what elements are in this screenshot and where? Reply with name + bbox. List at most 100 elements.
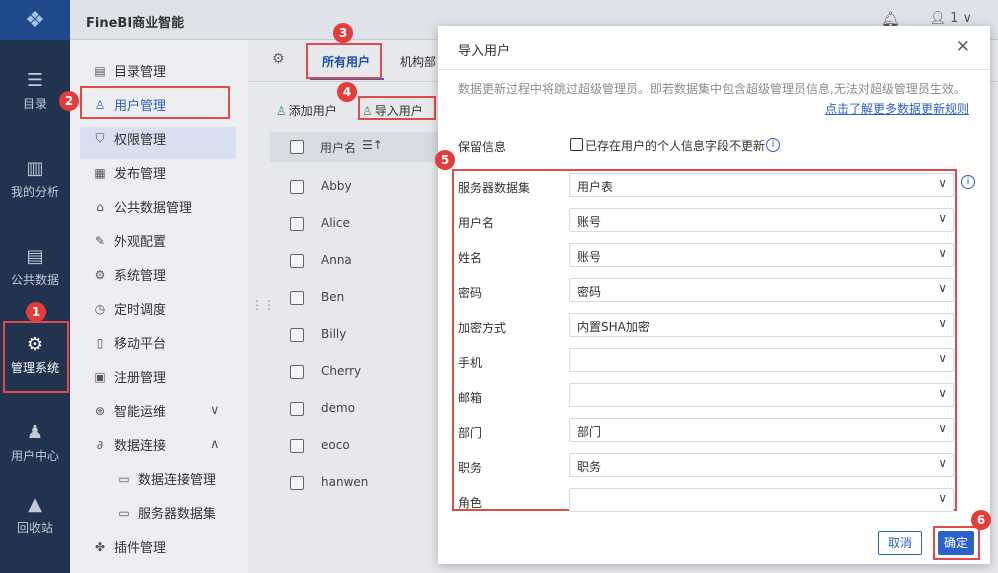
field-select[interactable]: ∨ [569, 488, 954, 512]
row-checkbox[interactable] [290, 180, 304, 194]
field-label: 职务 [458, 461, 483, 475]
field-label: 手机 [458, 356, 483, 370]
chevron-down-icon: ∨ [938, 211, 947, 225]
select-all-checkbox[interactable] [290, 140, 304, 154]
menu-permission[interactable]: ⛉ 权限管理 [92, 129, 166, 148]
tab-org[interactable]: 机构部 [400, 53, 436, 70]
user-menu[interactable]: 👤︎ 1 ∨ [929, 11, 972, 26]
menu-label: 数据连接 [114, 439, 167, 454]
mobile-icon: ▯ [96, 335, 104, 350]
side-menu: ▤ 目录管理 ♙ 用户管理 ⛉ 权限管理 ▦ 发布管理 ⌂ 公共数据管理 ✎ 外观配置 ⚙ 系… [70, 40, 248, 573]
nav-label: 用户中心 [10, 449, 59, 463]
table-row-username: Anna [321, 253, 352, 267]
row-checkbox[interactable] [290, 439, 304, 453]
public-data-manage-icon: ⌂ [96, 199, 104, 214]
row-checkbox[interactable] [290, 217, 304, 231]
table-row-username: eoco [321, 438, 350, 452]
menu-data-connection-manage[interactable]: ▭ 数据连接管理 [116, 469, 217, 489]
nav-user-center[interactable]: ♟ 用户中心 [0, 422, 70, 464]
menu-label: 发布管理 [114, 167, 167, 182]
update-rules-link[interactable]: 点击了解更多数据更新规则 [825, 100, 969, 117]
left-nav: ❖ ☰ 目录 ▥ 我的分析 ▤ 公共数据 ⚙ 管理系统 ♟ 用户中心 ▲ 回收站 [0, 0, 70, 573]
field-select[interactable]: 密码 ∨ [569, 278, 954, 302]
publish-icon: ▦ [94, 165, 106, 180]
field-select[interactable]: 内置SHA加密 ∨ [569, 313, 954, 337]
menu-appearance[interactable]: ✎ 外观配置 [92, 231, 166, 251]
field-select[interactable]: ∨ [569, 383, 954, 407]
highlight-import-user [358, 96, 436, 120]
step-badge-1: 1 [26, 302, 46, 322]
menu-server-dataset[interactable]: ▭ 服务器数据集 [116, 503, 216, 523]
menu-label: 注册管理 [114, 371, 167, 386]
drag-handle-icon[interactable]: ⋮⋮ [251, 298, 275, 312]
field-select[interactable]: 账号 ∨ [569, 208, 954, 232]
menu-plugins[interactable]: ✤ 插件管理 [92, 537, 167, 557]
table-row-username: Abby [321, 179, 352, 193]
menu-publish[interactable]: ▦ 发布管理 [92, 163, 167, 183]
info-icon[interactable]: i [766, 138, 780, 152]
field-select[interactable]: 用户表 ∨ [569, 173, 954, 197]
nav-public-data[interactable]: ▤ 公共数据 [0, 246, 70, 288]
shield-icon: ⛉ [95, 131, 105, 145]
row-checkbox[interactable] [290, 402, 304, 416]
menu-schedule[interactable]: ◷ 定时调度 [92, 299, 166, 319]
menu-label: 数据连接管理 [138, 473, 217, 488]
field-select[interactable]: 部门 ∨ [569, 418, 954, 442]
menu-label: 公共数据管理 [114, 201, 193, 216]
logo-icon[interactable]: ❖ [0, 0, 70, 40]
chevron-down-icon: ∨ [938, 316, 947, 330]
chevron-down-icon: ∨ [938, 281, 947, 295]
close-icon[interactable]: ✕ [956, 37, 970, 57]
menu-mobile[interactable]: ▯ 移动平台 [92, 333, 166, 353]
menu-label: 目录管理 [114, 65, 167, 80]
keep-info-label: 保留信息 [458, 140, 507, 154]
ops-icon: ⊛ [94, 403, 106, 418]
field-select-value: 职务 [577, 460, 602, 474]
table-row-username: hanwen [321, 475, 369, 489]
nav-my-analysis[interactable]: ▥ 我的分析 [0, 158, 70, 200]
row-checkbox[interactable] [290, 476, 304, 490]
dialog-note: 数据更新过程中将跳过超级管理员。即若数据集中包含超级管理员信息,无法对超级管理员… [458, 82, 966, 96]
dataset-info-icon[interactable]: i [961, 175, 975, 189]
field-label: 部门 [458, 426, 483, 440]
username-header: 用户名 [320, 141, 357, 155]
cancel-button[interactable]: 取消 [878, 531, 922, 555]
keep-info-checkbox[interactable] [570, 138, 583, 151]
database-icon: ▭ [118, 471, 130, 486]
field-select-value: 账号 [577, 250, 602, 264]
chevron-down-icon: ∨ [938, 386, 947, 400]
menu-catalog-manage[interactable]: ▤ 目录管理 [92, 61, 167, 81]
user-label: 1 ∨ [950, 11, 972, 26]
row-checkbox[interactable] [290, 291, 304, 305]
menu-ops[interactable]: ⊛ 智能运维 ∨ [92, 401, 220, 420]
field-select[interactable]: ∨ [569, 348, 954, 372]
brush-icon: ✎ [94, 233, 106, 248]
menu-system[interactable]: ⚙ 系统管理 [92, 265, 166, 285]
plugin-icon: ✤ [94, 539, 106, 554]
nav-recycle-bin[interactable]: ▲ 回收站 [0, 494, 70, 536]
field-label: 密码 [458, 286, 483, 300]
dialog-title: 导入用户 [458, 44, 511, 59]
user-center-icon: ♟ [26, 422, 44, 443]
field-label: 加密方式 [458, 321, 507, 335]
table-row-username: Ben [321, 290, 345, 304]
add-user-button[interactable]: ♙ 添加用户 [276, 102, 337, 119]
menu-label: 插件管理 [114, 541, 167, 556]
menu-data-connection[interactable]: ∂ 数据连接 ∧ [92, 435, 220, 454]
chevron-down-icon: ∨ [210, 403, 220, 418]
recycle-bin-icon: ▲ [28, 494, 42, 515]
step-badge-4: 4 [337, 82, 357, 102]
menu-register[interactable]: ▣ 注册管理 [92, 367, 167, 387]
settings-icon[interactable]: ⚙ [272, 51, 285, 67]
row-checkbox[interactable] [290, 328, 304, 342]
row-checkbox[interactable] [290, 254, 304, 268]
field-select[interactable]: 账号 ∨ [569, 243, 954, 267]
field-select[interactable]: 职务 ∨ [569, 453, 954, 477]
step-badge-3: 3 [333, 23, 353, 43]
row-checkbox[interactable] [290, 365, 304, 379]
sort-icon[interactable]: ☰↑ [362, 138, 383, 152]
highlight-user-manage [80, 86, 230, 119]
chevron-down-icon: ∨ [938, 351, 947, 365]
field-label: 服务器数据集 [458, 181, 531, 195]
menu-public-data[interactable]: ⌂ 公共数据管理 [92, 197, 193, 217]
